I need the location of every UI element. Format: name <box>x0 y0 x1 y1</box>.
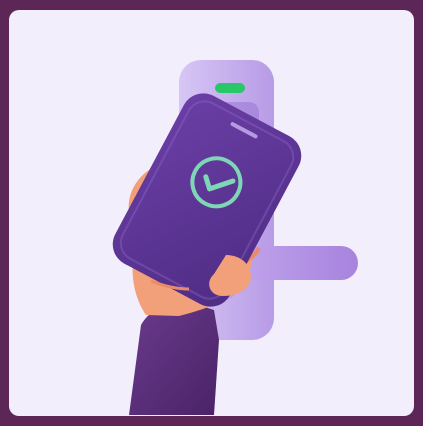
frame <box>0 0 423 426</box>
sleeve <box>129 301 219 415</box>
status-indicator <box>215 83 245 93</box>
illustration-card <box>9 10 414 416</box>
smart-lock-illustration <box>112 60 358 415</box>
